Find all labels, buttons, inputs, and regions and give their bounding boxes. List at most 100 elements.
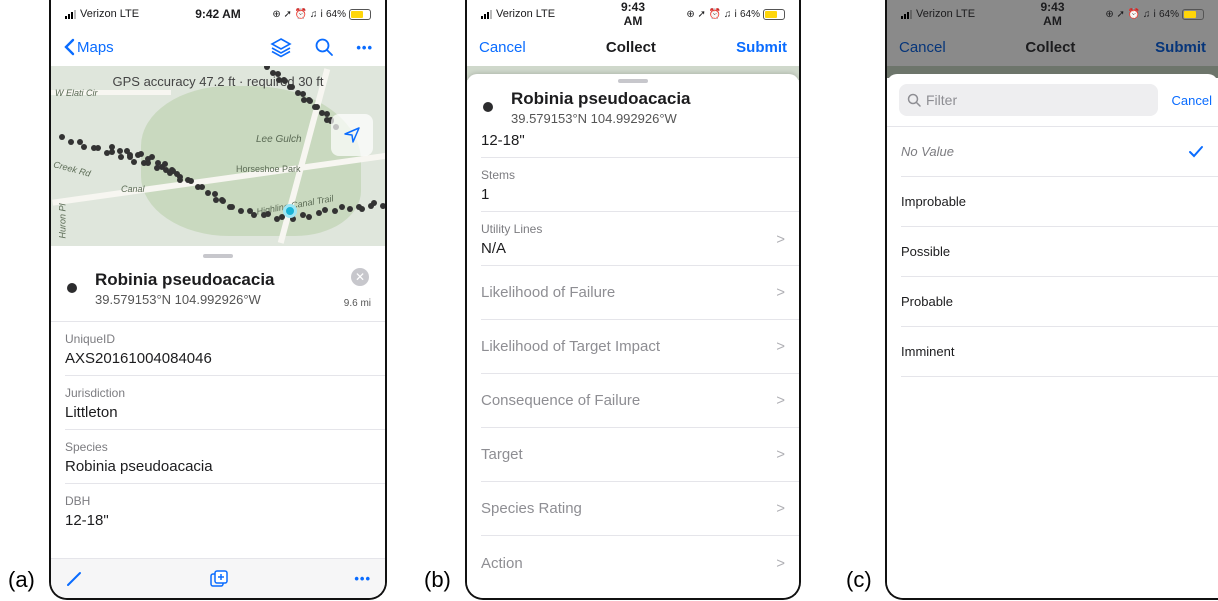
tree-point[interactable]: [289, 84, 295, 90]
signal-icon: [65, 9, 76, 19]
map-label: Canal: [121, 184, 145, 194]
tree-point[interactable]: [199, 184, 205, 190]
tree-point[interactable]: [379, 202, 385, 209]
tree-point[interactable]: [229, 204, 235, 210]
clock: 9:43 AM: [1040, 0, 1065, 28]
chevron-right-icon: >: [776, 231, 785, 248]
cancel-button[interactable]: Cancel: [479, 39, 526, 56]
tree-point[interactable]: [212, 196, 219, 203]
row-species-rating[interactable]: Species Rating >: [481, 482, 799, 536]
phone-c: Verizon LTE 9:43 AM ⊕ ➚ ⏰ ♫ ⅰ 64% Cancel …: [885, 0, 1218, 600]
carrier-label: Verizon LTE: [916, 8, 976, 20]
phone-b: Verizon LTE 9:43 AM ⊕ ➚ ⏰ ♫ ⅰ 64% Cancel …: [465, 0, 801, 600]
tree-point[interactable]: [131, 159, 138, 166]
field-jurisdiction: Jurisdiction Littleton: [65, 376, 385, 430]
map-label: Horseshoe Park: [236, 164, 301, 174]
status-icons: ⊕ ➚ ⏰ ♫ ⅰ: [686, 8, 737, 20]
feature-sheet: Robinia pseudoacacia 39.579153°N 104.992…: [51, 246, 385, 558]
option-possible[interactable]: Possible: [901, 227, 1218, 277]
tree-point[interactable]: [59, 134, 65, 140]
panel-label-c: (c): [846, 567, 872, 592]
option-improbable[interactable]: Improbable: [901, 177, 1218, 227]
filter-bar: Filter Cancel: [887, 74, 1218, 127]
tree-point[interactable]: [81, 144, 88, 151]
navbar: Maps •••: [51, 28, 385, 66]
field-uniqueid: UniqueID AXS20161004084046: [65, 322, 385, 376]
chevron-right-icon: >: [776, 284, 785, 301]
tree-point[interactable]: [68, 139, 75, 146]
row-action[interactable]: Action >: [481, 536, 799, 590]
edit-pencil-icon[interactable]: [65, 570, 83, 588]
grabber[interactable]: [618, 79, 648, 83]
field-utility-lines[interactable]: Utility Lines N/A >: [481, 212, 799, 266]
filter-cancel-button[interactable]: Cancel: [1172, 93, 1212, 108]
tree-point[interactable]: [323, 110, 330, 117]
tree-point[interactable]: [264, 66, 270, 70]
tree-point[interactable]: [211, 190, 218, 197]
cancel-button: Cancel: [899, 38, 946, 56]
search-icon[interactable]: [314, 37, 334, 57]
search-icon: [907, 93, 921, 107]
toolbar-more-button[interactable]: •••: [354, 571, 371, 586]
carrier-label: Verizon LTE: [80, 8, 140, 20]
point-symbol-icon: [67, 283, 77, 293]
row-likelihood-of-target-impact[interactable]: Likelihood of Target Impact >: [481, 320, 799, 374]
submit-button: Submit: [1155, 38, 1206, 56]
tree-point[interactable]: [187, 178, 194, 185]
tree-point[interactable]: [264, 211, 271, 218]
option-no-value[interactable]: No Value: [901, 127, 1218, 177]
filter-input[interactable]: Filter: [899, 84, 1158, 116]
collect-sheet: Robinia pseudoacacia 39.579153°N 104.992…: [467, 74, 799, 598]
tree-point[interactable]: [149, 154, 155, 160]
field-species: Species Robinia pseudoacacia: [65, 430, 385, 484]
row-target[interactable]: Target >: [481, 428, 799, 482]
navbar: Cancel Collect Submit: [467, 28, 799, 66]
tree-point[interactable]: [94, 144, 101, 151]
tree-point[interactable]: [305, 213, 312, 220]
map-label: Lee Gulch: [256, 134, 302, 145]
field-stems[interactable]: Stems 1: [481, 158, 799, 212]
close-icon[interactable]: ✕: [351, 268, 369, 286]
option-imminent[interactable]: Imminent: [901, 327, 1218, 377]
grabber[interactable]: [203, 254, 233, 258]
bottom-toolbar: •••: [51, 558, 385, 598]
status-bar: Verizon LTE 9:43 AM ⊕ ➚ ⏰ ♫ ⅰ 64%: [467, 0, 799, 28]
back-button[interactable]: Maps: [63, 38, 114, 56]
status-bar: Verizon LTE 9:42 AM ⊕ ➚ ⏰ ♫ ⅰ 64%: [51, 0, 385, 28]
tree-point[interactable]: [137, 151, 144, 158]
chevron-right-icon: >: [776, 392, 785, 409]
filter-placeholder: Filter: [926, 92, 958, 108]
option-probable[interactable]: Probable: [901, 277, 1218, 327]
clock: 9:42 AM: [195, 7, 241, 21]
tree-point[interactable]: [371, 200, 378, 207]
tree-point[interactable]: [339, 204, 345, 210]
tree-point[interactable]: [161, 160, 168, 167]
add-copy-icon[interactable]: [209, 569, 229, 589]
selected-point[interactable]: [283, 204, 297, 218]
more-button[interactable]: •••: [356, 40, 373, 55]
tree-point[interactable]: [118, 154, 125, 161]
tree-point[interactable]: [314, 104, 320, 110]
navbar-dimmed: Cancel Collect Submit: [887, 28, 1218, 66]
tree-point[interactable]: [176, 174, 183, 181]
chevron-right-icon: >: [776, 338, 785, 355]
battery-label: 64%: [325, 8, 346, 20]
back-label: Maps: [77, 38, 114, 56]
row-likelihood-of-failure[interactable]: Likelihood of Failure >: [481, 266, 799, 320]
carrier-label: Verizon LTE: [496, 8, 556, 20]
row-consequence-of-failure[interactable]: Consequence of Failure >: [481, 374, 799, 428]
tree-point[interactable]: [275, 70, 282, 77]
layers-icon[interactable]: [270, 36, 292, 58]
tree-point[interactable]: [321, 206, 328, 213]
tree-point[interactable]: [359, 205, 366, 212]
location-button[interactable]: [331, 114, 373, 156]
tree-point[interactable]: [109, 144, 115, 150]
feature-title: Robinia pseudoacacia: [511, 89, 691, 108]
tree-point[interactable]: [162, 166, 169, 173]
map-label: Huron Pl: [57, 203, 68, 239]
submit-button[interactable]: Submit: [736, 39, 787, 56]
map-label: W Elati Cir: [55, 88, 98, 98]
map-view[interactable]: GPS accuracy 47.2 ft · required 30 ft W …: [51, 66, 385, 246]
partial-field-value: 12-18": [481, 132, 799, 158]
tree-point[interactable]: [300, 90, 307, 97]
